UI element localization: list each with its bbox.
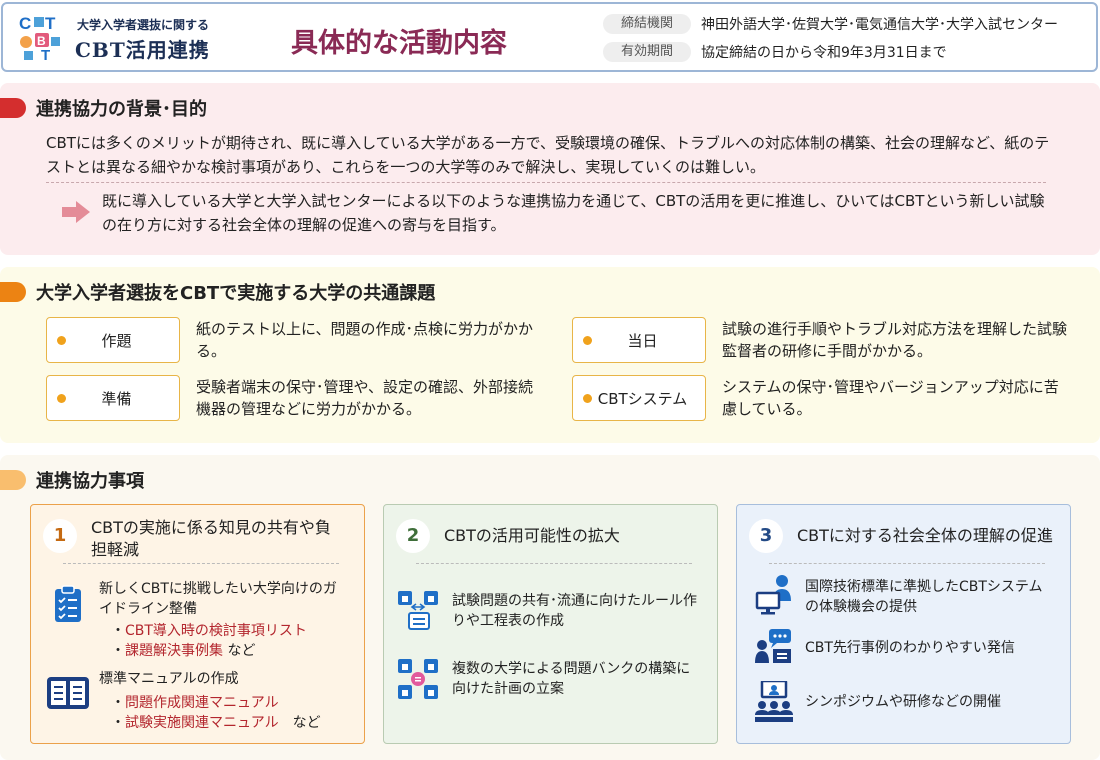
sub-item-highlight: CBT導入時の検討事項リスト [125, 623, 307, 639]
bullet-dot [57, 335, 66, 345]
common-issues-section: 大学入学者選抜をCBTで実施する大学の共通課題 作題 紙のテスト以上に、問題の作… [0, 267, 1100, 443]
meta-label: 有効期間 [603, 42, 691, 62]
issue-description: 紙のテスト以上に、問題の作成･点検に労力がかかる。 [196, 320, 534, 360]
issue-label: 当日 [627, 331, 658, 350]
cooperation-section: 連携協力事項 1 CBTの実施に係る知見の共有や負担軽減 新しくCBTに挑戦した… [0, 455, 1100, 760]
issue-label-box: 準備 [46, 375, 180, 421]
background-text: CBTには多くのメリットが期待され、既に導入している大学がある一方で、受験環境の… [46, 134, 1050, 176]
issue-label-box: 作題 [46, 317, 180, 363]
item-text: 国際技術標準に準拠したCBTシステムの体験機会の提供 [805, 579, 1043, 615]
svg-text:T: T [41, 47, 50, 61]
section-title: 大学入学者選抜をCBTで実施する大学の共通課題 [36, 283, 436, 304]
manual-icon [47, 677, 89, 709]
bullet-dot [583, 393, 592, 403]
presentation-icon [755, 629, 791, 663]
meta-row-institutions: 締結機関 神田外語大学･佐賀大学･電気通信大学･大学入試センター [603, 14, 1058, 34]
item-text: 複数の大学による問題バンクの構築に向けた計画の立案 [452, 661, 691, 697]
dashed-divider [769, 563, 1045, 564]
svg-text:B: B [37, 34, 46, 48]
share-rules-icon [398, 591, 438, 630]
issue-description: 試験の進行手順やトラブル対応方法を理解した試験監督者の研修に手間がかかる。 [722, 320, 1068, 360]
issue-label: 作題 [101, 331, 132, 350]
section-title: 連携協力事項 [36, 471, 144, 492]
conclusion-text: 既に導入している大学と大学入試センターによる以下のような連携協力を通じて、CBT… [102, 192, 1045, 234]
card-title: CBTの実施に係る知見の共有や負担軽減 [91, 518, 331, 559]
sub-item-highlight: 問題作成関連マニュアル [125, 695, 279, 711]
sub-item-bullet: ・ [111, 643, 125, 659]
issue-label: CBTシステム [597, 389, 688, 408]
svg-text:C: C [19, 14, 31, 33]
item-text: 試験問題の共有･流通に向けたルール作りや工程表の作成 [452, 593, 697, 629]
sub-item: ・問題作成関連マニュアル [111, 693, 279, 713]
header-bar: C T B T 大学入学者選抜に関する CBT活用連携 具体的な活動内容 締結機… [1, 2, 1098, 72]
sub-item-highlight: 試験実施関連マニュアル [125, 715, 279, 731]
dashed-divider [46, 182, 1046, 183]
section-heading: 連携協力の背景･目的 [0, 95, 207, 121]
logo-subtitle: 大学入学者選抜に関する [77, 18, 210, 32]
background-section: 連携協力の背景･目的 CBTには多くのメリットが期待され、既に導入している大学が… [0, 83, 1100, 255]
issue-description: 受験者端末の保守･管理や、設定の確認、外部接続機器の管理などに労力がかかる。 [196, 378, 534, 418]
item-text: シンポジウムや研修などの開催 [805, 694, 1001, 710]
sub-item-bullet: ・ [111, 695, 125, 711]
dashed-divider [63, 563, 339, 564]
issue-label-box: CBTシステム [572, 375, 706, 421]
card-title: CBTに対する社会全体の理解の促進 [797, 526, 1053, 545]
sub-item-bullet: ・ [111, 715, 125, 731]
item-text: 新しくCBTに挑戦したい大学向けのガイドライン整備 [99, 581, 337, 617]
question-bank-icon [398, 659, 438, 699]
sub-item-bullet: ・ [111, 623, 125, 639]
svg-text:T: T [45, 14, 56, 33]
issue-label-box: 当日 [572, 317, 706, 363]
symposium-icon [755, 681, 793, 722]
card-number: 1 [43, 519, 77, 553]
section-marker [0, 282, 26, 302]
section-title: 連携協力の背景･目的 [36, 99, 207, 120]
checklist-icon [55, 585, 81, 622]
cbt-experience-icon [755, 575, 791, 615]
sub-item-highlight: 課題解決事例集 [125, 643, 223, 659]
bullet-dot [583, 335, 592, 345]
card-number: 2 [396, 519, 430, 553]
page-title: 具体的な活動内容 [291, 28, 507, 59]
section-marker [0, 470, 26, 490]
sub-item: ・CBT導入時の検討事項リスト [111, 621, 307, 641]
cbt-logo-icon: C T B T [19, 14, 60, 61]
meta-label: 締結機関 [603, 14, 691, 34]
cooperation-card-3: 3 CBTに対する社会全体の理解の促進 国際技術標準に準拠したCBTシステムの体… [736, 504, 1071, 744]
section-heading: 大学入学者選抜をCBTで実施する大学の共通課題 [0, 279, 435, 305]
sub-item-suffix: など [278, 715, 321, 731]
cooperation-card-1: 1 CBTの実施に係る知見の共有や負担軽減 新しくCBTに挑戦したい大学向けのガ… [30, 504, 365, 744]
meta-value: 協定締結の日から令和9年3月31日まで [701, 45, 947, 61]
item-text: CBT先行事例のわかりやすい発信 [805, 640, 1015, 656]
sub-item-suffix: など [223, 643, 256, 659]
section-marker [0, 98, 26, 118]
issue-description: システムの保守･管理やバージョンアップ対応に苦慮している。 [722, 378, 1059, 418]
arrow-right-icon [62, 201, 90, 223]
sub-item: ・課題解決事例集 など [111, 641, 255, 661]
bullet-dot [57, 393, 66, 403]
issue-label: 準備 [101, 389, 132, 408]
cooperation-card-2: 2 CBTの活用可能性の拡大 試験問題の共有･流通に向けたルール作りや工程表の作… [383, 504, 718, 744]
meta-value: 神田外語大学･佐賀大学･電気通信大学･大学入試センター [701, 17, 1058, 33]
item-text: 標準マニュアルの作成 [99, 671, 239, 687]
meta-row-period: 有効期間 協定締結の日から令和9年3月31日まで [603, 42, 947, 62]
sub-item: ・試験実施関連マニュアル など [111, 713, 321, 733]
dashed-divider [416, 563, 692, 564]
section-heading: 連携協力事項 [0, 467, 144, 493]
card-number: 3 [749, 519, 783, 553]
card-title: CBTの活用可能性の拡大 [444, 526, 620, 545]
logo-title: CBT活用連携 [75, 38, 210, 62]
